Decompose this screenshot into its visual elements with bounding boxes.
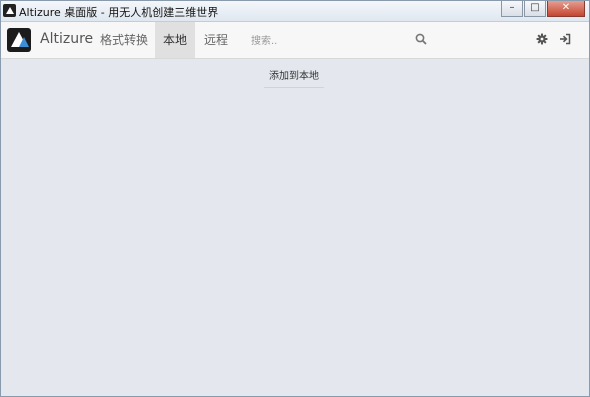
sign-in-icon[interactable]: [559, 33, 571, 45]
gear-icon[interactable]: [536, 33, 548, 45]
maximize-button[interactable]: □: [524, 1, 546, 17]
app-window: Altizure 桌面版 - 用无人机创建三维世界 – □ ✕ Altizure…: [0, 0, 590, 397]
altizure-logo-icon[interactable]: [7, 28, 31, 52]
close-button[interactable]: ✕: [547, 1, 585, 17]
add-to-local-button[interactable]: 添加到本地: [264, 67, 324, 88]
search-input[interactable]: [249, 31, 433, 51]
brand-name[interactable]: Altizure: [40, 31, 93, 47]
nav-item-local[interactable]: 本地: [155, 22, 195, 58]
app-icon: [3, 4, 16, 17]
minimize-button[interactable]: –: [501, 1, 523, 17]
top-navbar: Altizure 格式转换 本地 远程: [1, 22, 589, 59]
nav-item-remote[interactable]: 远程: [197, 22, 235, 58]
window-controls: – □ ✕: [501, 1, 585, 17]
window-title: Altizure 桌面版 - 用无人机创建三维世界: [19, 6, 219, 19]
search-icon[interactable]: [415, 33, 427, 45]
window-titlebar[interactable]: Altizure 桌面版 - 用无人机创建三维世界 – □ ✕: [1, 1, 589, 22]
nav-item-format-convert[interactable]: 格式转换: [95, 22, 153, 58]
